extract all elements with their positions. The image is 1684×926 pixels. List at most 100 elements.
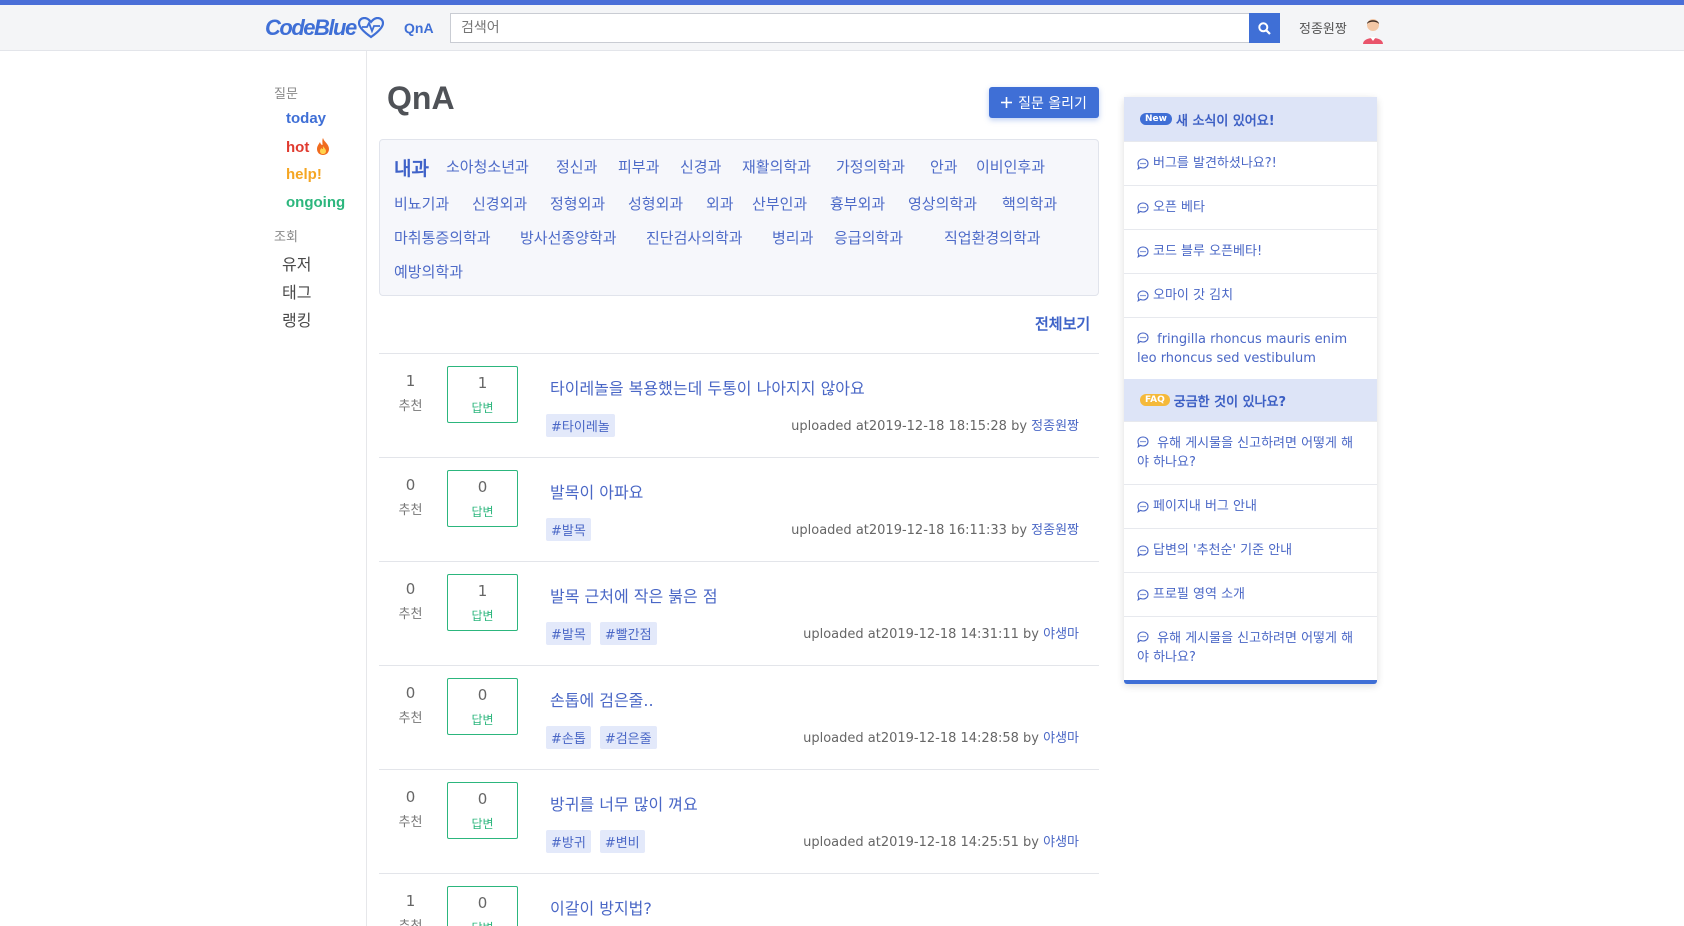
- department-tab[interactable]: 응급의학과: [834, 227, 903, 248]
- sidebar-item-today[interactable]: today: [286, 110, 326, 127]
- logo[interactable]: CodeBlue: [265, 15, 384, 40]
- question-title[interactable]: 손톱에 검은줄..: [550, 687, 654, 711]
- question-row[interactable]: 1 추천 1 답변 타이레놀을 복용했는데 두통이 나아지지 않아요 #타이레놀…: [379, 353, 1099, 457]
- news-item[interactable]: 버그를 발견하셨나요?!: [1124, 141, 1377, 185]
- question-title[interactable]: 발목 근처에 작은 붉은 점: [550, 583, 718, 607]
- department-tab[interactable]: 성형외과: [628, 193, 683, 214]
- question-title[interactable]: 발목이 아파요: [550, 479, 643, 503]
- question-row[interactable]: 1 추천 0 답변 이갈이 방지법?: [379, 873, 1099, 926]
- upload-time: uploaded at2019-12-18 14:25:51 by: [803, 835, 1044, 850]
- question-tag[interactable]: #손톱: [546, 726, 591, 749]
- sidebar-item-users[interactable]: 유저: [282, 251, 311, 275]
- sidebar-item-ranking[interactable]: 랭킹: [282, 307, 311, 331]
- department-tab[interactable]: 예방의학과: [394, 261, 463, 282]
- chat-bubble-icon: [1137, 631, 1149, 643]
- answer-number: 1: [477, 374, 488, 392]
- department-tab[interactable]: 산부인과: [752, 193, 807, 214]
- avatar[interactable]: [1361, 16, 1385, 44]
- chat-bubble-icon: [1137, 331, 1149, 344]
- department-tab[interactable]: 신경과: [680, 156, 721, 177]
- department-tab[interactable]: 비뇨기과: [394, 193, 449, 214]
- question-tags: #방귀 #변비: [546, 830, 645, 853]
- fire-icon: [316, 138, 329, 155]
- department-tab[interactable]: 소아청소년과: [446, 156, 529, 177]
- sidebar-questions-heading: 질문: [274, 87, 298, 102]
- nav-qna-link[interactable]: QnA: [404, 20, 434, 36]
- question-tag[interactable]: #방귀: [546, 830, 591, 853]
- question-tag[interactable]: #발목: [546, 518, 591, 541]
- question-tag[interactable]: #검은줄: [599, 726, 657, 749]
- department-tab[interactable]: 가정의학과: [836, 156, 905, 177]
- news-item-label: 오마이 갓 김치: [1153, 288, 1234, 303]
- department-tab[interactable]: 핵의학과: [1002, 193, 1057, 214]
- question-title[interactable]: 타이레놀을 복용했는데 두통이 나아지지 않아요: [550, 375, 865, 399]
- question-meta: uploaded at2019-12-18 16:11:33 by 정종원짱: [791, 519, 1079, 538]
- department-tab[interactable]: 직업환경의학과: [944, 227, 1041, 248]
- news-item-label: 오픈 베타: [1153, 200, 1205, 215]
- question-title[interactable]: 방귀를 너무 많이 껴요: [550, 791, 698, 815]
- sidebar-item-ongoing[interactable]: ongoing: [286, 194, 345, 211]
- faq-item-label: 유해 게시물을 신고하려면 어떻게 해야 하나요?: [1137, 434, 1364, 472]
- question-author[interactable]: 정종원짱: [1031, 523, 1079, 538]
- department-tab[interactable]: 안과: [930, 156, 958, 177]
- department-tab[interactable]: 병리과: [772, 227, 813, 248]
- news-panel: New 새 소식이 있어요! 버그를 발견하셨나요?! 오픈 베타 코드 블루 …: [1124, 97, 1377, 684]
- department-tab[interactable]: 마취통증의학과: [394, 227, 491, 248]
- chat-bubble-icon: [1137, 436, 1149, 448]
- faq-item[interactable]: 페이지내 버그 안내: [1124, 484, 1377, 528]
- view-all-link[interactable]: 전체보기: [1035, 313, 1090, 334]
- answer-number: 0: [477, 478, 488, 496]
- news-item[interactable]: 오마이 갓 김치: [1124, 273, 1377, 317]
- ask-question-button[interactable]: 질문 올리기: [989, 87, 1099, 118]
- sidebar-item-tags[interactable]: 태그: [282, 279, 311, 303]
- logo-text: CodeBlue: [265, 15, 357, 40]
- department-tab[interactable]: 흉부외과: [830, 193, 885, 214]
- question-tag[interactable]: #빨간점: [599, 622, 657, 645]
- vote-count: 0 추천: [379, 580, 442, 622]
- department-tab[interactable]: 내과: [394, 154, 429, 181]
- question-title[interactable]: 이갈이 방지법?: [550, 895, 652, 919]
- news-item[interactable]: fringilla rhoncus mauris enim leo rhoncu…: [1124, 317, 1377, 379]
- question-author[interactable]: 야생마: [1043, 835, 1079, 850]
- question-row[interactable]: 0 추천 0 답변 방귀를 너무 많이 껴요 #방귀 #변비 uploaded …: [379, 769, 1099, 873]
- answer-count-box: 0 답변: [447, 678, 518, 735]
- department-tab[interactable]: 정신과: [556, 156, 597, 177]
- department-tab[interactable]: 진단검사의학과: [646, 227, 743, 248]
- news-item[interactable]: 코드 블루 오픈베타!: [1124, 229, 1377, 273]
- vote-count: 1 추천: [379, 892, 442, 926]
- question-row[interactable]: 0 추천 0 답변 발목이 아파요 #발목 uploaded at2019-12…: [379, 457, 1099, 561]
- question-tag[interactable]: #변비: [599, 830, 645, 853]
- answer-number: 0: [477, 894, 488, 912]
- department-tab[interactable]: 방사선종양학과: [520, 227, 617, 248]
- faq-item[interactable]: 유해 게시물을 신고하려면 어떻게 해야 하나요?: [1124, 421, 1377, 484]
- faq-item-label: 프로필 영역 소개: [1153, 587, 1245, 602]
- sidebar-item-hot[interactable]: hot: [286, 138, 330, 156]
- department-tab[interactable]: 이비인후과: [976, 156, 1045, 177]
- question-row[interactable]: 0 추천 0 답변 손톱에 검은줄.. #손톱 #검은줄 uploaded at…: [379, 665, 1099, 769]
- search-input[interactable]: [450, 13, 1280, 43]
- plus-icon: [1001, 97, 1013, 108]
- question-author[interactable]: 야생마: [1043, 627, 1079, 642]
- faq-header: FAQ 궁금한 것이 있나요?: [1124, 379, 1377, 421]
- news-item[interactable]: 오픈 베타: [1124, 185, 1377, 229]
- vote-label: 추천: [398, 607, 423, 622]
- department-tab[interactable]: 정형외과: [550, 193, 605, 214]
- question-tags: #손톱 #검은줄: [546, 726, 657, 749]
- department-tab[interactable]: 영상의학과: [908, 193, 977, 214]
- question-tag[interactable]: #타이레놀: [546, 414, 615, 437]
- user-name[interactable]: 정종원짱: [1299, 18, 1347, 37]
- faq-item[interactable]: 프로필 영역 소개: [1124, 572, 1377, 616]
- question-tag[interactable]: #발목: [546, 622, 591, 645]
- question-row[interactable]: 0 추천 1 답변 발목 근처에 작은 붉은 점 #발목 #빨간점 upload…: [379, 561, 1099, 665]
- faq-item[interactable]: 유해 게시물을 신고하려면 어떻게 해야 하나요?: [1124, 616, 1377, 679]
- search-button[interactable]: [1249, 13, 1280, 43]
- department-tab[interactable]: 피부과: [618, 156, 659, 177]
- question-author[interactable]: 정종원짱: [1031, 419, 1079, 434]
- department-tab[interactable]: 재활의학과: [742, 156, 811, 177]
- sidebar-item-help[interactable]: help!: [286, 166, 322, 183]
- question-author[interactable]: 야생마: [1043, 731, 1079, 746]
- department-tab[interactable]: 외과: [706, 193, 734, 214]
- news-heading: 새 소식이 있어요!: [1175, 113, 1275, 129]
- faq-item[interactable]: 답변의 '추천순' 기준 안내: [1124, 528, 1377, 572]
- department-tab[interactable]: 신경외과: [472, 193, 527, 214]
